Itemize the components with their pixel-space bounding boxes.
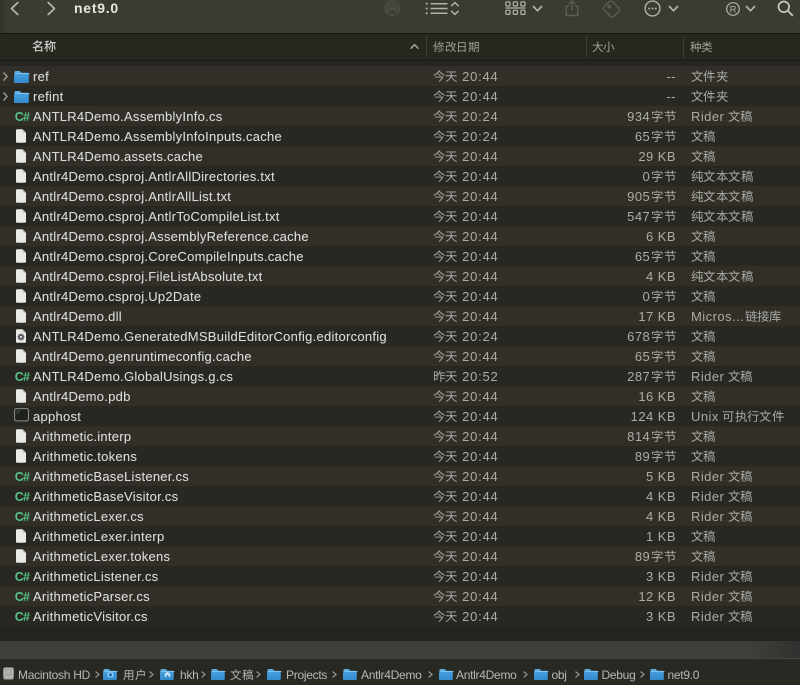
svg-text:R: R (729, 4, 736, 15)
